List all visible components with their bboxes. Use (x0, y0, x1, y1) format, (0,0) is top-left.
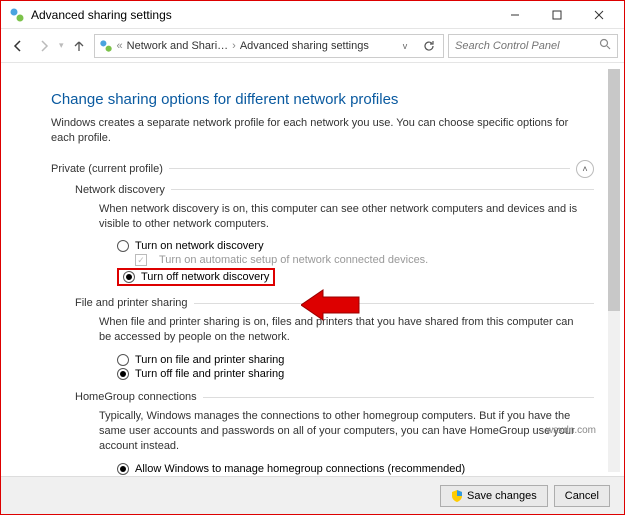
checkbox-label: Turn on automatic setup of network conne… (159, 254, 428, 266)
history-dropdown[interactable]: ▾ (59, 40, 64, 51)
checkbox-icon: ✓ (135, 254, 147, 266)
network-discovery-header: Network discovery (75, 184, 594, 196)
radio-label: Turn off network discovery (141, 271, 269, 283)
radio-icon (117, 240, 129, 252)
refresh-button[interactable] (419, 36, 439, 56)
refresh-icon (423, 40, 435, 52)
watermark: wsxdn.com (546, 425, 596, 436)
close-button[interactable] (578, 3, 620, 27)
sharing-icon (9, 7, 25, 23)
chevron-up-icon: ˄ (582, 164, 587, 174)
breadcrumb-parent[interactable]: Network and Shari… (127, 40, 229, 52)
radio-icon (117, 368, 129, 380)
file-printer-header: File and printer sharing (75, 297, 594, 309)
file-printer-desc: When file and printer sharing is on, fil… (99, 315, 584, 345)
close-icon (594, 10, 604, 20)
radio-icon (117, 354, 129, 366)
titlebar: Advanced sharing settings (1, 1, 624, 29)
chevron-right-icon: « (117, 40, 123, 52)
page-title: Change sharing options for different net… (51, 91, 594, 108)
arrow-right-icon (37, 39, 51, 53)
cancel-button[interactable]: Cancel (554, 485, 610, 507)
search-icon (599, 38, 611, 53)
file-printer-label: File and printer sharing (75, 297, 188, 309)
shield-icon (451, 490, 463, 502)
radio-label: Turn on network discovery (135, 240, 264, 252)
footer: Save changes Cancel (1, 476, 624, 514)
radio-network-discovery-off[interactable]: Turn off network discovery (117, 267, 594, 287)
minimize-icon (510, 10, 520, 20)
radio-label: Turn on file and printer sharing (135, 354, 284, 366)
chevron-right-icon: › (232, 40, 236, 52)
radio-file-printer-on[interactable]: Turn on file and printer sharing (117, 353, 594, 367)
back-button[interactable] (7, 35, 29, 57)
divider (203, 397, 594, 398)
radio-homegroup-allow[interactable]: Allow Windows to manage homegroup connec… (117, 462, 594, 476)
navbar: ▾ « Network and Shari… › Advanced sharin… (1, 29, 624, 63)
arrow-left-icon (11, 39, 25, 53)
address-dropdown[interactable]: v (395, 36, 415, 56)
vertical-scrollbar[interactable] (608, 69, 620, 472)
minimize-button[interactable] (494, 3, 536, 27)
page-description: Windows creates a separate network profi… (51, 116, 594, 146)
window-title: Advanced sharing settings (31, 8, 494, 22)
forward-button[interactable] (33, 35, 55, 57)
highlight-box: Turn off network discovery (117, 268, 275, 286)
network-discovery-label: Network discovery (75, 184, 165, 196)
arrow-up-icon (72, 39, 86, 53)
network-discovery-desc: When network discovery is on, this compu… (99, 202, 584, 232)
save-changes-button[interactable]: Save changes (440, 485, 548, 507)
search-box[interactable] (448, 34, 618, 58)
radio-label: Allow Windows to manage homegroup connec… (135, 463, 465, 475)
collapse-button[interactable]: ˄ (576, 160, 594, 178)
maximize-button[interactable] (536, 3, 578, 27)
radio-network-discovery-on[interactable]: Turn on network discovery (117, 239, 594, 253)
homegroup-desc: Typically, Windows manages the connectio… (99, 409, 584, 454)
homegroup-header: HomeGroup connections (75, 391, 594, 403)
divider (169, 168, 570, 169)
breadcrumb-current[interactable]: Advanced sharing settings (240, 40, 369, 52)
divider (171, 189, 594, 190)
divider (194, 303, 594, 304)
homegroup-label: HomeGroup connections (75, 391, 197, 403)
button-label: Cancel (565, 490, 599, 502)
profile-private-header[interactable]: Private (current profile) ˄ (51, 160, 594, 178)
checkbox-auto-setup: ✓ Turn on automatic setup of network con… (117, 253, 594, 267)
profile-private-label: Private (current profile) (51, 163, 163, 175)
maximize-icon (552, 10, 562, 20)
button-label: Save changes (467, 490, 537, 502)
search-input[interactable] (455, 40, 599, 52)
radio-file-printer-off[interactable]: Turn off file and printer sharing (117, 367, 594, 381)
radio-icon (123, 271, 135, 283)
address-bar[interactable]: « Network and Shari… › Advanced sharing … (94, 34, 444, 58)
up-button[interactable] (68, 35, 90, 57)
sharing-icon-small (99, 39, 113, 53)
content-area: Change sharing options for different net… (1, 63, 624, 478)
radio-label: Turn off file and printer sharing (135, 368, 284, 380)
radio-icon (117, 463, 129, 475)
scrollbar-thumb[interactable] (608, 69, 620, 311)
